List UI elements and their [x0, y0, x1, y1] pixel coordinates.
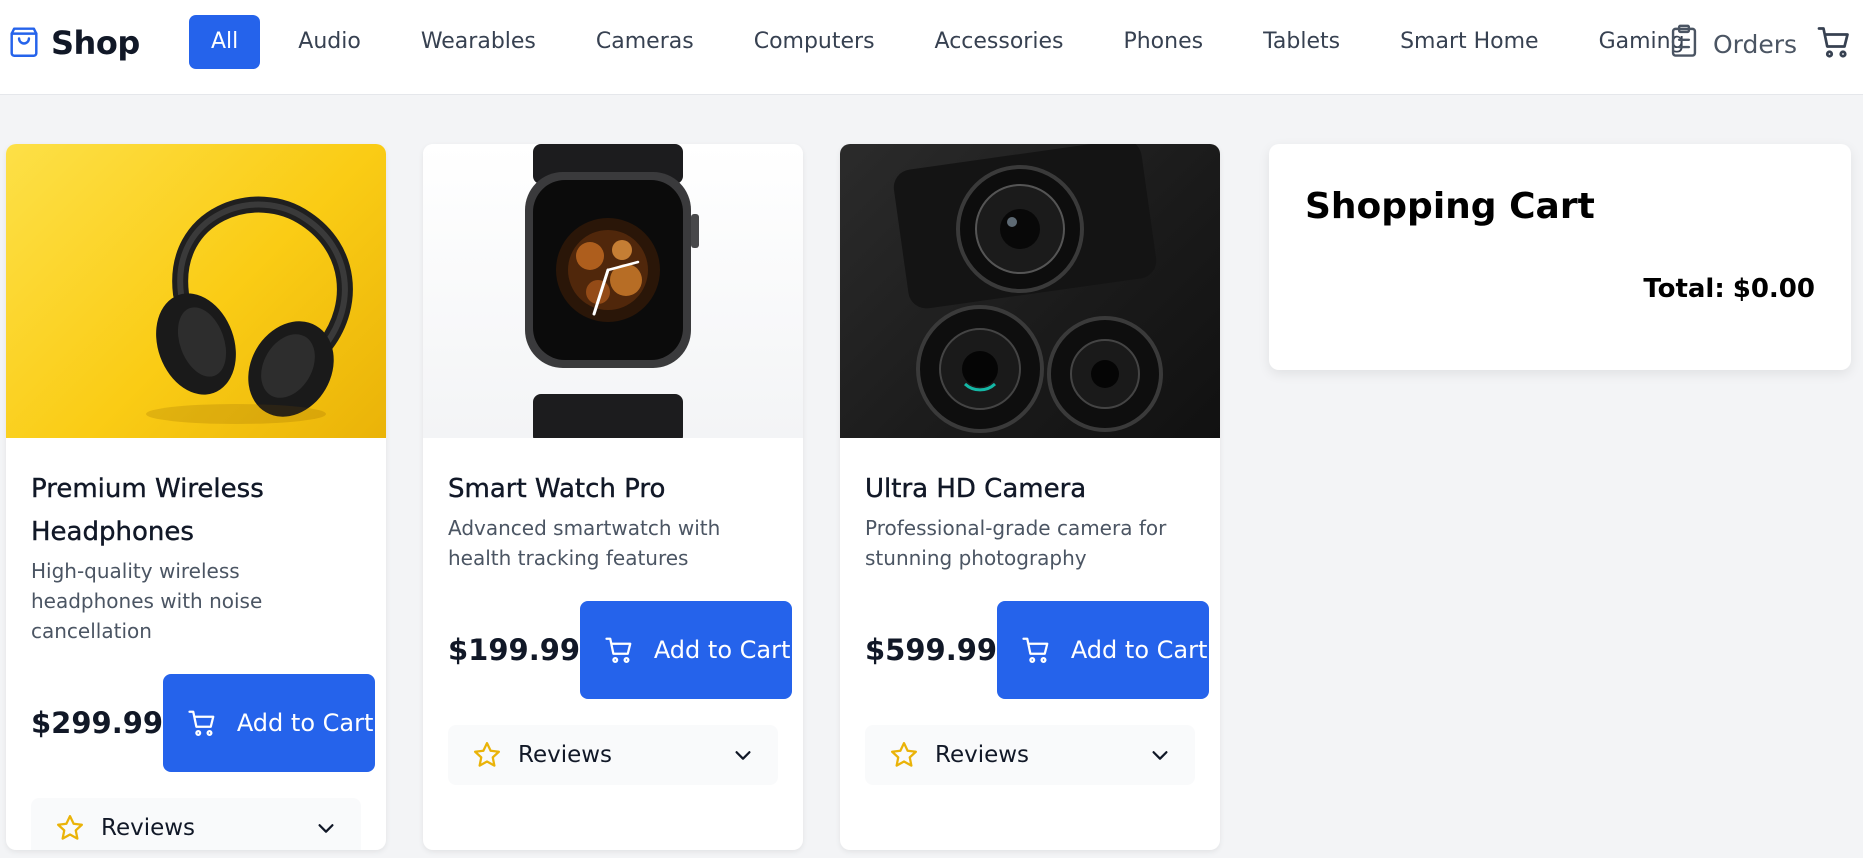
product-image-camera[interactable] [840, 144, 1220, 438]
product-description: High-quality wireless headphones with no… [31, 559, 263, 643]
add-to-cart-label: Add to Cart [1070, 636, 1208, 664]
category-tab-phones[interactable]: Phones [1101, 15, 1225, 69]
add-to-cart-label: Add to Cart [653, 636, 791, 664]
category-tab-computers[interactable]: Computers [732, 15, 897, 69]
chevron-down-icon [735, 751, 751, 760]
category-tab-cameras[interactable]: Cameras [574, 15, 716, 69]
add-to-cart-button[interactable]: Add to Cart [580, 601, 793, 699]
product-description: Advanced smartwatch with health tracking… [448, 516, 721, 570]
product-title: Premium Wireless Headphones [31, 474, 264, 547]
chevron-down-icon [1152, 751, 1168, 760]
product-card: Smart Watch Pro Advanced smartwatch with… [423, 144, 803, 850]
category-tab-audio[interactable]: Audio [276, 15, 383, 69]
cart-icon [1022, 637, 1049, 663]
reviews-label: Reviews [518, 742, 613, 768]
reviews-toggle[interactable]: Reviews [31, 798, 361, 850]
reviews-toggle[interactable]: Reviews [865, 725, 1195, 785]
category-tab-tablets[interactable]: Tablets [1241, 15, 1362, 69]
reviews-toggle[interactable]: Reviews [448, 725, 778, 785]
add-to-cart-label: Add to Cart [236, 709, 374, 737]
shopping-cart-panel: Shopping Cart Total: $0.00 [1269, 144, 1851, 370]
reviews-label: Reviews [935, 742, 1030, 768]
top-navigation-bar: Shop All Audio Wearables Cameras Compute… [0, 0, 1863, 95]
add-to-cart-button[interactable]: Add to Cart [163, 674, 376, 772]
product-card: Ultra HD Camera Professional-grade camer… [840, 144, 1220, 850]
cart-icon [188, 710, 215, 736]
category-tab-smart-home[interactable]: Smart Home [1378, 15, 1561, 69]
cart-button[interactable] [1816, 24, 1852, 64]
orders-label: Orders [1713, 29, 1798, 59]
product-price: $299.99 [31, 706, 164, 740]
cart-icon [1817, 27, 1849, 58]
chevron-down-icon [318, 824, 334, 833]
brand-name: Shop [51, 24, 140, 62]
cart-total-label: Total: [1643, 274, 1725, 304]
product-title: Smart Watch Pro [448, 474, 666, 504]
star-icon [474, 742, 500, 767]
brand[interactable]: Shop [9, 24, 140, 62]
product-title: Ultra HD Camera [865, 474, 1087, 504]
shopping-bag-icon [9, 25, 39, 61]
product-image-headphones[interactable] [6, 144, 386, 438]
star-icon [891, 742, 917, 767]
clipboard-icon [1669, 24, 1699, 64]
category-tab-all[interactable]: All [189, 15, 261, 69]
cart-total: Total: $0.00 [1643, 274, 1815, 304]
product-description: Professional-grade camera for stunning p… [865, 516, 1167, 570]
product-price: $599.99 [865, 633, 998, 667]
category-tab-wearables[interactable]: Wearables [399, 15, 558, 69]
reviews-label: Reviews [101, 815, 196, 841]
cart-title: Shopping Cart [1305, 186, 1595, 227]
category-nav: All Audio Wearables Cameras Computers Ac… [189, 15, 1723, 69]
orders-button[interactable]: Orders [1669, 24, 1797, 64]
product-price: $199.99 [448, 633, 581, 667]
category-tab-accessories[interactable]: Accessories [913, 15, 1086, 69]
star-icon [57, 815, 83, 840]
cart-total-value: $0.00 [1732, 274, 1815, 304]
product-image-smartwatch[interactable] [423, 144, 803, 438]
cart-icon [605, 637, 632, 663]
add-to-cart-button[interactable]: Add to Cart [997, 601, 1210, 699]
product-card: Premium Wireless Headphones High-quality… [6, 144, 386, 850]
